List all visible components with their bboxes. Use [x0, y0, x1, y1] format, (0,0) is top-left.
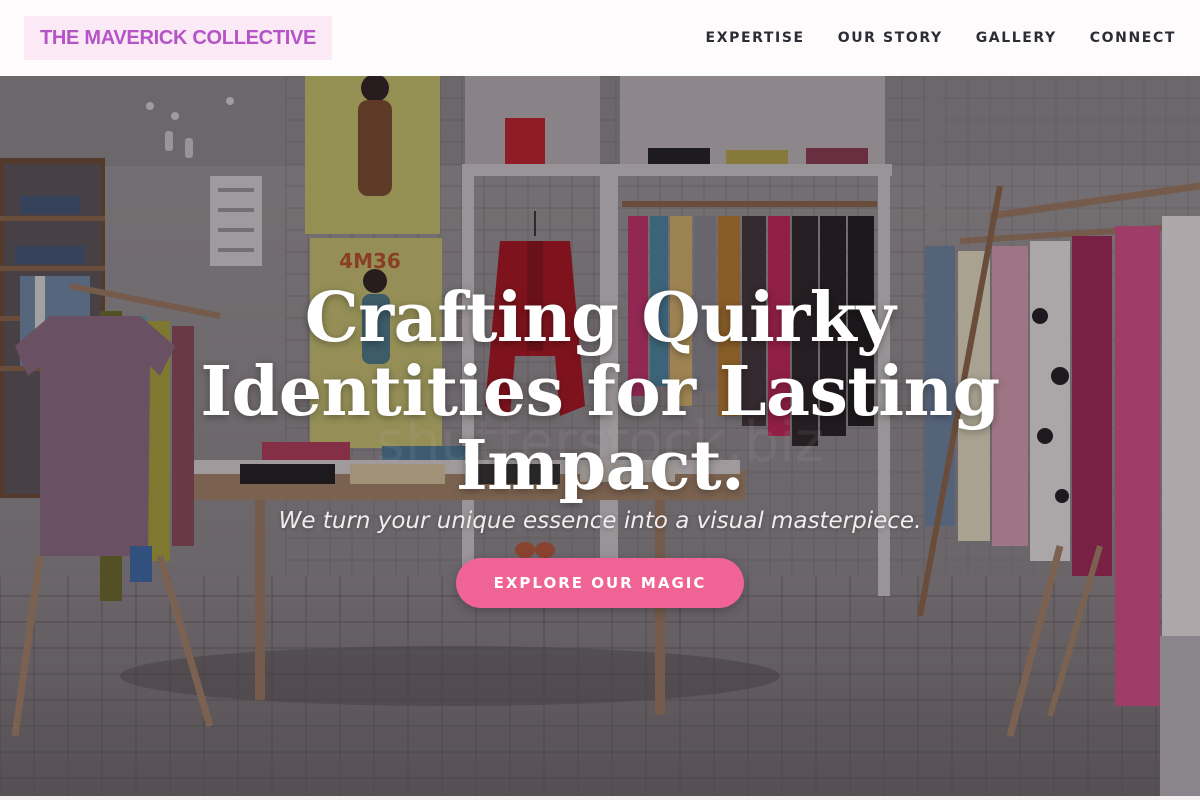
hero-title-line-2: Identities for Lasting	[200, 352, 1000, 432]
hero-title-line-1: Crafting Quirky	[304, 278, 896, 358]
nav-link-expertise[interactable]: EXPERTISE	[706, 30, 805, 46]
hero-content: Crafting Quirky Identities for Lasting I…	[0, 76, 1200, 796]
explore-our-magic-button[interactable]: EXPLORE OUR MAGIC	[456, 558, 744, 608]
nav-link-our-story[interactable]: OUR STORY	[838, 30, 943, 46]
hero-title-line-3: Impact.	[455, 426, 745, 506]
nav-link-connect[interactable]: CONNECT	[1090, 30, 1176, 46]
page-bottom-strip	[0, 796, 1200, 800]
main-nav: EXPERTISE OUR STORY GALLERY CONNECT	[706, 30, 1176, 46]
hero-section: 4M36 shutterstock.biz Crafting Quirky Id…	[0, 76, 1200, 796]
hero-subtitle: We turn your unique essence into a visua…	[278, 508, 922, 534]
site-header: THE MAVERICK COLLECTIVE EXPERTISE OUR ST…	[0, 0, 1200, 76]
nav-link-gallery[interactable]: GALLERY	[976, 30, 1057, 46]
brand-logo[interactable]: THE MAVERICK COLLECTIVE	[24, 16, 333, 60]
hero-title: Crafting Quirky Identities for Lasting I…	[200, 281, 1000, 503]
